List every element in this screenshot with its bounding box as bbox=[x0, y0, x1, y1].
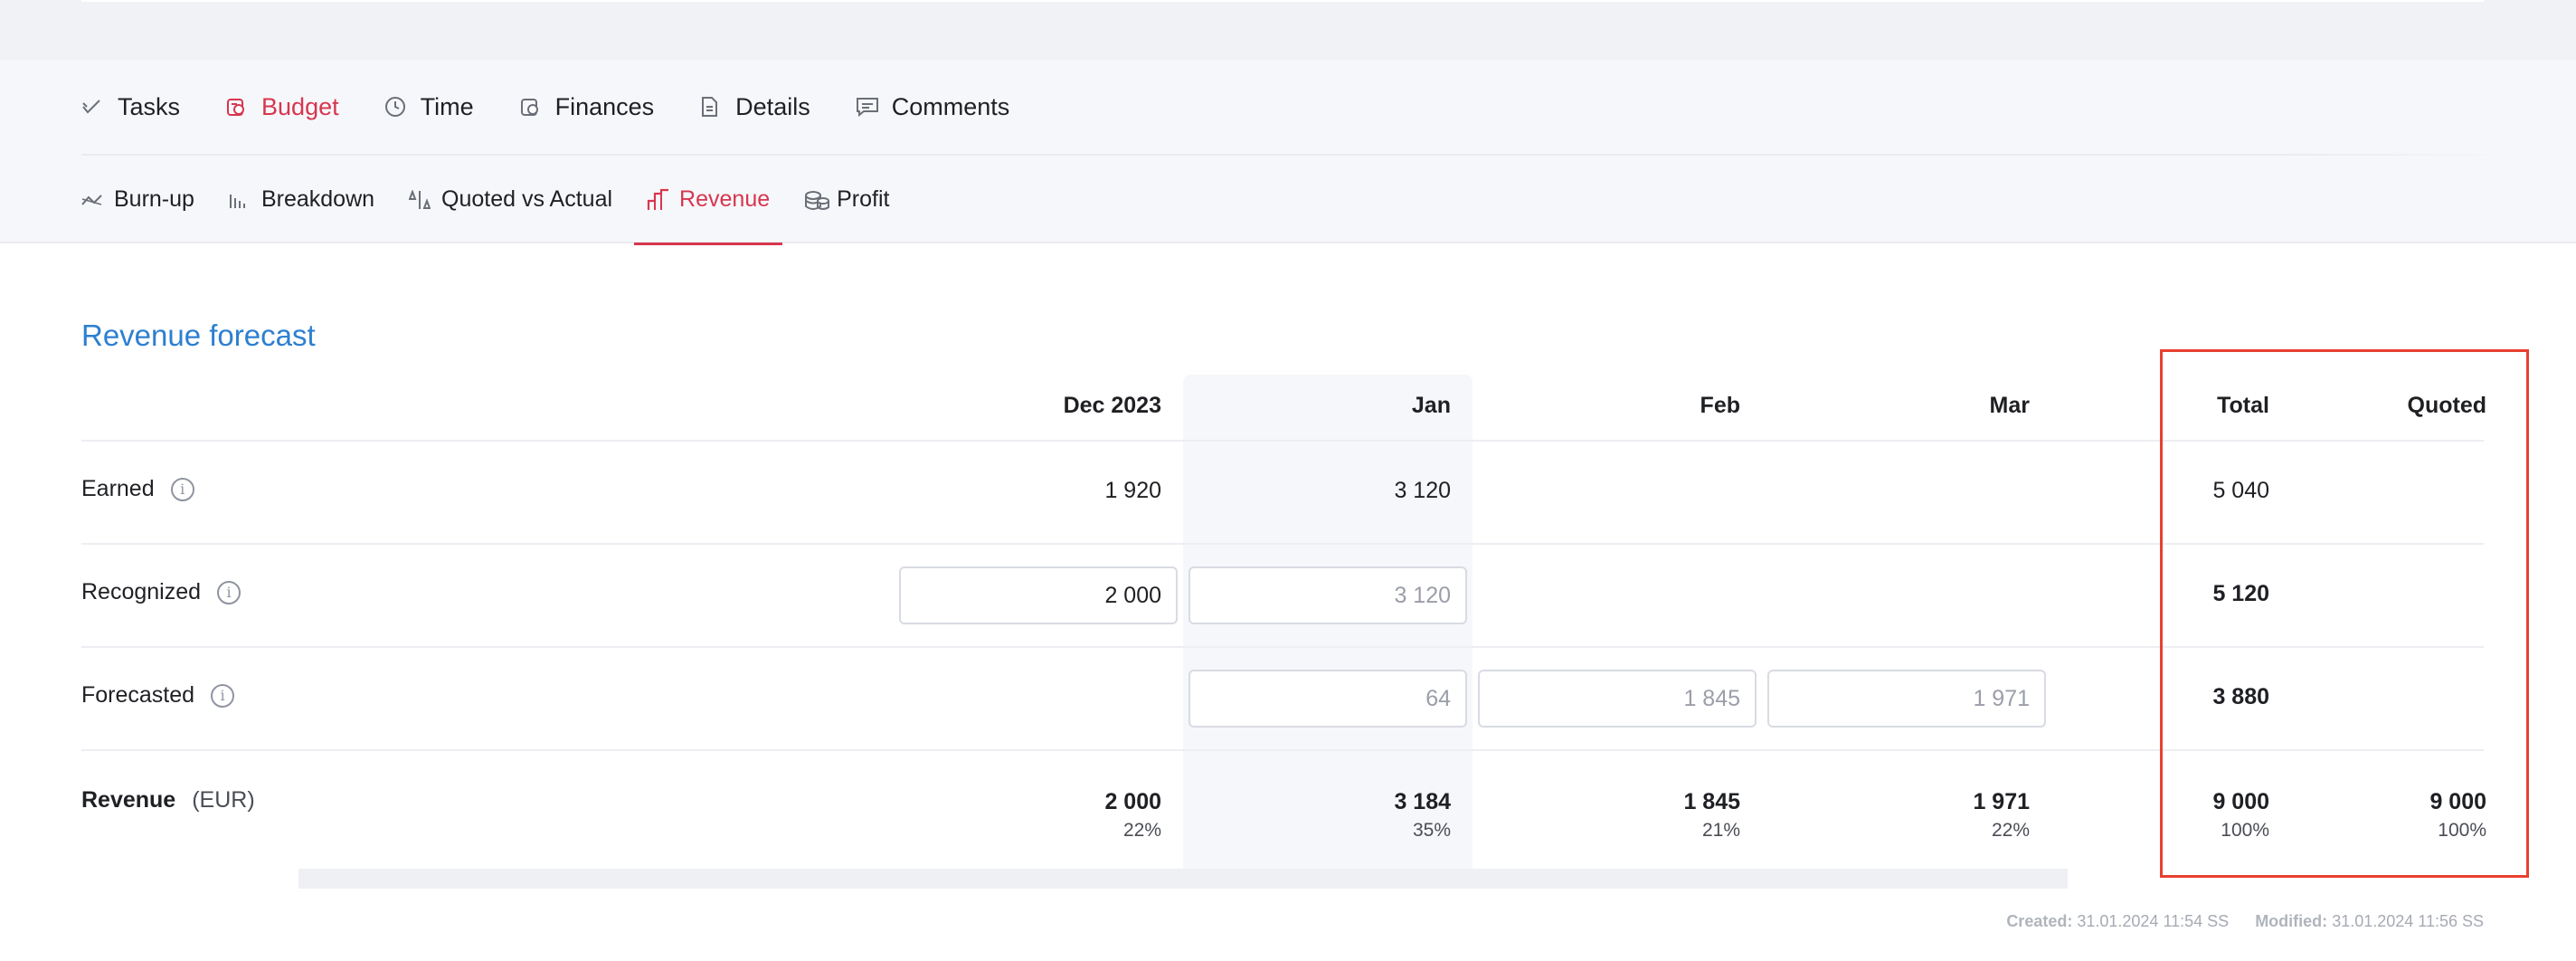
tab-label: Tasks bbox=[118, 92, 181, 120]
row-label-recognized: Recognized i bbox=[81, 579, 242, 605]
modified-value: 31.01.2024 11:56 SS bbox=[2332, 912, 2484, 930]
bar-chart-icon bbox=[229, 191, 261, 209]
footer-meta: Created: 31.01.2024 11:54 SS Modified: 3… bbox=[2006, 912, 2484, 931]
info-icon[interactable]: i bbox=[170, 477, 194, 501]
revenue-label: Revenue bbox=[81, 787, 176, 813]
created-label: Created: bbox=[2006, 912, 2073, 930]
revenue-feb: 1 845 bbox=[1683, 789, 1740, 814]
clock-icon bbox=[384, 96, 421, 118]
subtab-label: Burn-up bbox=[114, 186, 194, 212]
main-tabs: Tasks Budget Time Finances Details Comme… bbox=[81, 60, 2524, 154]
column-header-jan: Jan bbox=[1411, 393, 1451, 418]
tab-label: Time bbox=[420, 92, 474, 120]
column-header-mar: Mar bbox=[1989, 393, 2030, 418]
revenue-mar: 1 971 bbox=[1973, 789, 2030, 814]
revenue-feb-percent: 21% bbox=[1701, 820, 1740, 841]
tab-tasks[interactable]: Tasks bbox=[81, 60, 180, 154]
comment-icon bbox=[856, 97, 892, 117]
top-band bbox=[0, 0, 2576, 60]
revenue-dec: 2 000 bbox=[1104, 789, 1161, 814]
subtab-label: Breakdown bbox=[260, 186, 375, 212]
subtab-profit[interactable]: Profit bbox=[791, 156, 902, 243]
budget-icon bbox=[225, 96, 261, 118]
info-icon[interactable]: i bbox=[211, 683, 235, 708]
sub-tabs: Burn-up Breakdown Quoted vs Actual Reven… bbox=[81, 156, 911, 245]
tab-time[interactable]: Time bbox=[384, 60, 474, 154]
tasks-check-icon bbox=[81, 98, 118, 116]
subtab-revenue[interactable]: Revenue bbox=[634, 156, 783, 245]
tab-label: Budget bbox=[261, 92, 339, 120]
compare-icon bbox=[409, 189, 441, 210]
top-card bbox=[81, 0, 2484, 2]
tab-details[interactable]: Details bbox=[699, 60, 810, 154]
info-icon[interactable]: i bbox=[217, 580, 242, 604]
tab-label: Details bbox=[735, 92, 810, 120]
revenue-mar-percent: 22% bbox=[1991, 820, 2030, 841]
recognized-dec-input[interactable]: 2 000 bbox=[899, 566, 1178, 624]
revenue-icon bbox=[647, 188, 679, 212]
tab-comments[interactable]: Comments bbox=[856, 60, 1010, 154]
revenue-jan-percent: 35% bbox=[1412, 820, 1451, 841]
row-divider bbox=[81, 646, 2484, 648]
revenue-dec-percent: 22% bbox=[1122, 820, 1161, 841]
section-title: Revenue forecast bbox=[81, 319, 316, 352]
horizontal-scrollbar[interactable] bbox=[298, 869, 2068, 889]
row-label-earned: Earned i bbox=[81, 476, 194, 502]
highlight-box bbox=[2160, 349, 2529, 878]
row-label-forecasted: Forecasted i bbox=[81, 682, 235, 709]
revenue-jan: 3 184 bbox=[1394, 789, 1451, 814]
finances-icon bbox=[519, 96, 555, 118]
forecasted-feb-input[interactable]: 1 845 bbox=[1478, 670, 1757, 728]
coins-icon bbox=[804, 188, 837, 212]
row-divider bbox=[81, 543, 2484, 545]
row-divider bbox=[81, 440, 2484, 442]
subtab-burn-up[interactable]: Burn-up bbox=[51, 156, 207, 243]
document-icon bbox=[699, 96, 735, 118]
column-header-feb: Feb bbox=[1700, 393, 1740, 418]
modified-label: Modified: bbox=[2255, 912, 2328, 930]
tab-label: Finances bbox=[554, 92, 655, 120]
subtab-label: Profit bbox=[837, 186, 890, 212]
tab-label: Comments bbox=[891, 92, 1010, 120]
earned-dec: 1 920 bbox=[1104, 478, 1161, 503]
row-label-revenue: Revenue (EUR) bbox=[81, 787, 255, 814]
subtab-quoted-vs-actual[interactable]: Quoted vs Actual bbox=[396, 156, 625, 243]
tab-finances[interactable]: Finances bbox=[519, 60, 655, 154]
earned-jan: 3 120 bbox=[1394, 478, 1451, 503]
earned-label: Earned bbox=[81, 476, 155, 501]
tab-budget[interactable]: Budget bbox=[225, 60, 339, 154]
currency-unit: (EUR) bbox=[192, 787, 255, 813]
burnup-icon bbox=[81, 193, 114, 207]
forecasted-label: Forecasted bbox=[81, 682, 195, 708]
subtab-label: Revenue bbox=[679, 186, 771, 212]
subtab-breakdown[interactable]: Breakdown bbox=[216, 156, 387, 243]
created-value: 31.01.2024 11:54 SS bbox=[2077, 912, 2230, 930]
row-divider bbox=[81, 749, 2484, 751]
recognized-label: Recognized bbox=[81, 579, 202, 604]
subtab-label: Quoted vs Actual bbox=[441, 186, 613, 212]
forecasted-jan-input[interactable]: 64 bbox=[1189, 670, 1467, 728]
column-header-dec: Dec 2023 bbox=[1063, 393, 1161, 418]
recognized-jan-input[interactable]: 3 120 bbox=[1189, 566, 1467, 624]
